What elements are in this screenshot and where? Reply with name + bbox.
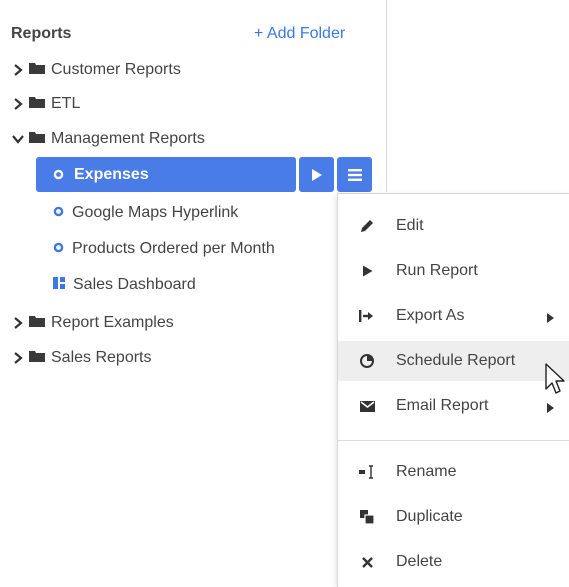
- menu-item-edit[interactable]: Edit: [338, 206, 569, 246]
- report-context-menu: Edit Run Report Export As Schedule Repor…: [337, 193, 569, 587]
- folder-label: Management Reports: [51, 130, 205, 147]
- menu-item-rename[interactable]: Rename: [338, 452, 569, 492]
- folder-customer-reports[interactable]: Customer Reports: [12, 55, 181, 85]
- menu-item-delete[interactable]: Delete: [338, 542, 569, 582]
- duplicate-icon: [358, 510, 376, 524]
- folder-open-icon: [29, 130, 45, 148]
- folder-icon: [29, 61, 45, 79]
- report-item-expenses[interactable]: Expenses: [36, 157, 296, 192]
- menu-item-label: Export As: [396, 307, 465, 324]
- run-report-button[interactable]: [299, 157, 334, 192]
- folder-management-reports[interactable]: Management Reports: [12, 124, 205, 154]
- report-item-sales-dashboard[interactable]: Sales Dashboard: [53, 270, 196, 300]
- report-item-google-maps-hyperlink[interactable]: Google Maps Hyperlink: [53, 198, 238, 228]
- report-label: Products Ordered per Month: [72, 240, 275, 257]
- panel-divider: [386, 0, 387, 192]
- export-icon: [358, 310, 376, 322]
- report-label: Expenses: [74, 165, 149, 183]
- menu-item-label: Edit: [396, 217, 424, 234]
- chevron-right-icon[interactable]: [12, 352, 24, 364]
- menu-item-email-report[interactable]: Email Report: [338, 386, 569, 426]
- folder-label: ETL: [51, 95, 81, 112]
- folder-icon: [29, 314, 45, 332]
- menu-item-label: Run Report: [396, 262, 478, 279]
- folder-sales-reports[interactable]: Sales Reports: [12, 343, 152, 373]
- reports-sidebar: Reports + Add Folder Customer Reports ET…: [0, 0, 386, 586]
- menu-item-schedule-report[interactable]: Schedule Report: [338, 341, 569, 381]
- report-circle-icon: [53, 240, 64, 258]
- report-item-products-ordered-per-month[interactable]: Products Ordered per Month: [53, 234, 275, 264]
- report-label: Google Maps Hyperlink: [72, 204, 239, 221]
- dashboard-icon: [53, 276, 65, 294]
- text-cursor-icon: [358, 465, 376, 479]
- sidebar-title: Reports: [11, 25, 72, 42]
- play-icon: [311, 168, 322, 181]
- menu-item-export-as[interactable]: Export As: [338, 296, 569, 336]
- report-label: Sales Dashboard: [73, 276, 196, 293]
- menu-item-label: Delete: [396, 553, 443, 570]
- report-menu-button[interactable]: [337, 157, 372, 192]
- folder-label: Customer Reports: [51, 61, 181, 78]
- mouse-pointer-icon: [545, 363, 567, 402]
- pencil-icon: [358, 219, 376, 233]
- menu-item-label: Duplicate: [396, 508, 463, 525]
- play-icon: [358, 265, 376, 277]
- envelope-icon: [358, 400, 376, 412]
- folder-label: Sales Reports: [51, 349, 152, 366]
- add-folder-link[interactable]: + Add Folder: [254, 25, 345, 43]
- folder-icon: [29, 95, 45, 113]
- menu-item-run-report[interactable]: Run Report: [338, 251, 569, 291]
- chevron-right-icon[interactable]: [12, 317, 24, 329]
- folder-report-examples[interactable]: Report Examples: [12, 308, 174, 338]
- clock-icon: [358, 354, 376, 368]
- folder-icon: [29, 349, 45, 367]
- submenu-arrow-icon: [547, 400, 554, 418]
- menu-item-duplicate[interactable]: Duplicate: [338, 497, 569, 537]
- menu-item-label: Rename: [396, 463, 457, 480]
- chevron-right-icon[interactable]: [12, 98, 24, 110]
- submenu-arrow-icon: [547, 310, 554, 328]
- report-circle-icon: [53, 204, 64, 222]
- folder-etl[interactable]: ETL: [12, 89, 80, 119]
- folder-label: Report Examples: [51, 314, 174, 331]
- chevron-down-icon[interactable]: [12, 134, 24, 144]
- menu-item-label: Email Report: [396, 397, 489, 414]
- close-icon: [358, 556, 376, 568]
- report-circle-icon: [53, 169, 64, 180]
- menu-item-label: Schedule Report: [396, 352, 516, 369]
- hamburger-menu-icon: [347, 168, 362, 181]
- chevron-right-icon[interactable]: [12, 64, 24, 76]
- menu-separator: [338, 440, 569, 441]
